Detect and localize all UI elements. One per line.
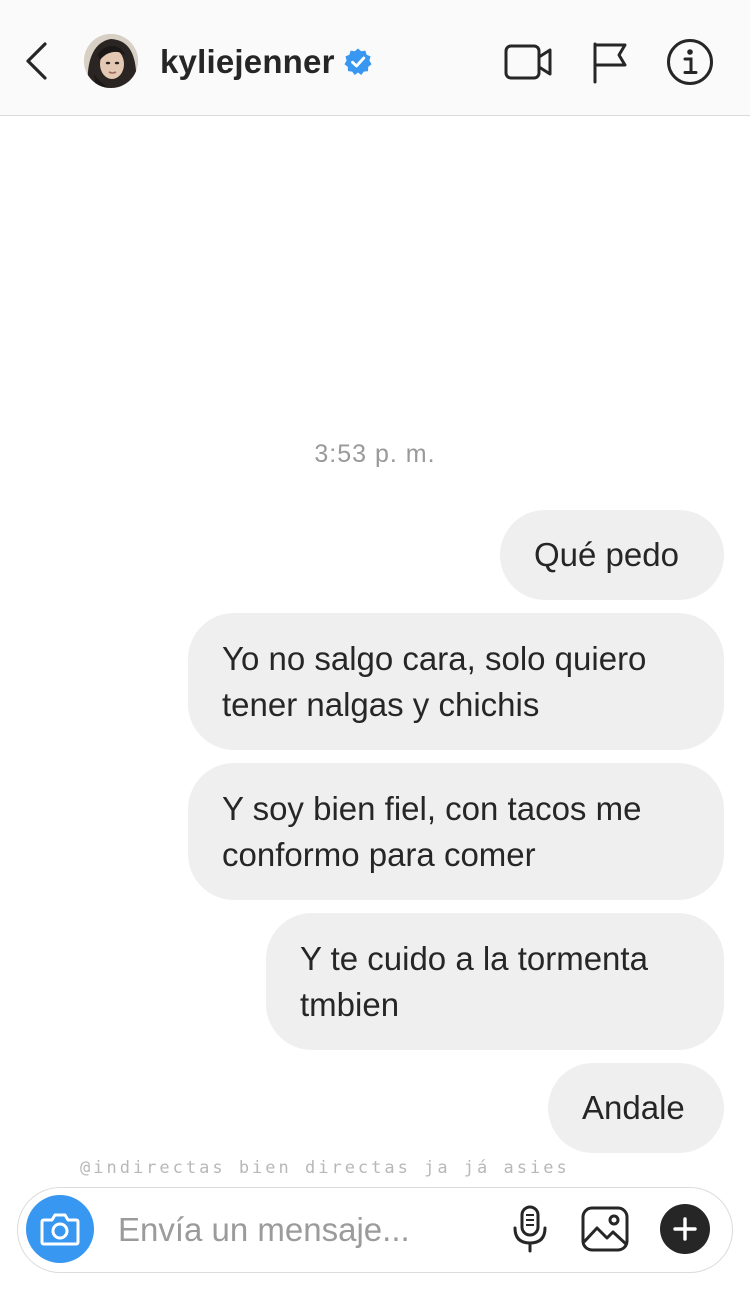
message-bubble[interactable]: Y soy bien fiel, con tacos me conformo p… <box>188 763 724 900</box>
camera-icon <box>40 1213 80 1246</box>
gallery-button[interactable] <box>579 1203 631 1255</box>
details-button[interactable] <box>664 36 716 88</box>
dm-thread-screen: kyliejenner 3:53 p. m. Qué pedo Yo no sa… <box>0 0 750 1297</box>
message-composer <box>17 1187 733 1273</box>
verified-badge-icon <box>343 47 373 77</box>
camera-button[interactable] <box>26 1195 94 1263</box>
image-gallery-icon <box>581 1206 629 1252</box>
video-camera-icon <box>504 44 552 80</box>
username: kyliejenner <box>160 43 335 80</box>
message-input[interactable] <box>118 1208 478 1252</box>
plus-icon <box>673 1217 697 1241</box>
chevron-left-icon <box>26 42 47 80</box>
message-timestamp: 3:53 p. m. <box>314 440 436 468</box>
voice-message-button[interactable] <box>504 1203 556 1255</box>
avatar[interactable] <box>84 34 138 88</box>
avatar-image <box>84 34 138 88</box>
username-link[interactable]: kyliejenner <box>160 40 373 84</box>
more-options-button[interactable] <box>660 1204 710 1254</box>
flag-icon <box>593 42 627 84</box>
video-call-button[interactable] <box>502 36 554 88</box>
thread-header: kyliejenner <box>0 0 750 116</box>
back-button[interactable] <box>14 36 58 86</box>
message-bubble[interactable]: Yo no salgo cara, solo quiero tener nalg… <box>188 613 724 750</box>
message-bubble[interactable]: Y te cuido a la tormenta tmbien <box>266 913 724 1050</box>
message-bubble[interactable]: Andale <box>548 1063 724 1153</box>
info-icon <box>667 39 713 85</box>
microphone-icon <box>513 1205 547 1253</box>
watermark: @indirectas bien directas ja já asies <box>80 1158 570 1178</box>
message-bubble[interactable]: Qué pedo <box>500 510 724 600</box>
report-button[interactable] <box>584 36 636 88</box>
